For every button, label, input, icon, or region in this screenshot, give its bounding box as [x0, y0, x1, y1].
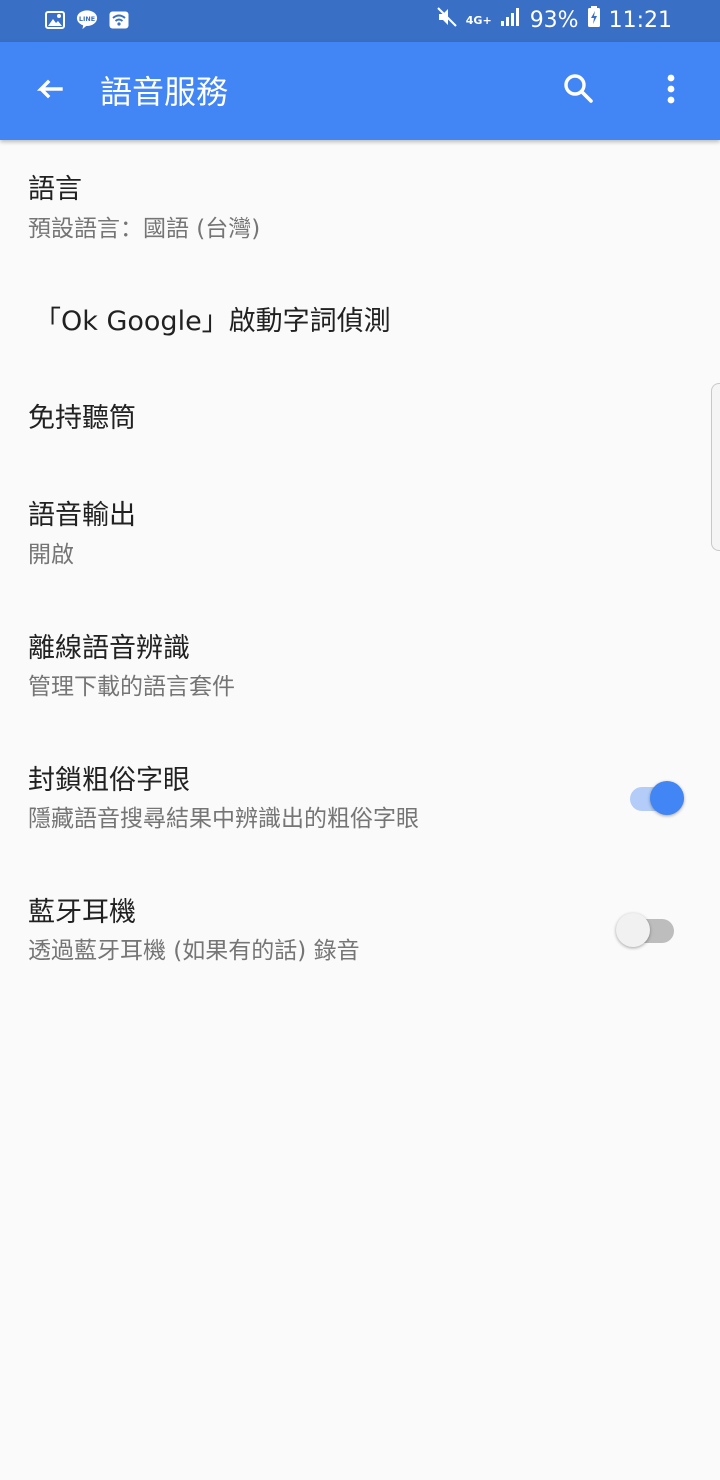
setting-subtitle: 管理下載的語言套件 — [28, 674, 235, 700]
setting-speech-output[interactable]: 語音輸出 開啟 — [0, 486, 720, 596]
block-offensive-toggle[interactable] — [628, 778, 688, 818]
setting-bluetooth-headset[interactable]: 藍牙耳機 透過藍牙耳機 (如果有的話) 錄音 — [0, 882, 720, 992]
setting-block-offensive[interactable]: 封鎖粗俗字眼 隱藏語音搜尋結果中辨識出的粗俗字眼 — [0, 750, 720, 860]
toggle-thumb — [650, 781, 684, 815]
system-status: 4G+ 93% 11:21 — [436, 6, 672, 34]
setting-title: 語音輸出 — [28, 500, 136, 531]
search-button[interactable] — [554, 66, 604, 116]
setting-subtitle: 開啟 — [28, 542, 74, 568]
line-icon: LINE — [76, 9, 98, 31]
mute-icon — [436, 6, 458, 34]
battery-level: 93% — [529, 7, 579, 33]
back-button[interactable] — [24, 67, 74, 117]
setting-title: 離線語音辨識 — [28, 633, 190, 664]
setting-subtitle: 預設語言：國語 (台灣) — [28, 216, 261, 242]
setting-title: 「Ok Google」啟動字詞偵測 — [34, 306, 391, 337]
image-icon — [44, 9, 66, 31]
edge-panel-handle[interactable] — [711, 383, 720, 551]
status-bar: LINE 4G+ 93% 11:21 — [0, 0, 720, 42]
toggle-thumb — [616, 913, 650, 947]
setting-subtitle: 隱藏語音搜尋結果中辨識出的粗俗字眼 — [28, 806, 419, 832]
wifi-icon — [108, 9, 130, 31]
bluetooth-headset-toggle[interactable] — [614, 910, 674, 950]
more-options-button[interactable] — [646, 66, 696, 116]
setting-title: 封鎖粗俗字眼 — [28, 765, 190, 796]
search-icon — [562, 72, 596, 110]
setting-offline-recognition[interactable]: 離線語音辨識 管理下載的語言套件 — [0, 618, 720, 728]
page-title: 語音服務 — [100, 73, 229, 111]
clock: 11:21 — [608, 7, 672, 33]
setting-title: 語言 — [28, 174, 82, 205]
setting-handsfree[interactable]: 免持聽筒 — [0, 374, 720, 464]
setting-subtitle: 透過藍牙耳機 (如果有的話) 錄音 — [28, 938, 360, 964]
signal-icon — [500, 7, 522, 33]
setting-title: 免持聽筒 — [28, 403, 136, 434]
notification-icons: LINE — [44, 9, 130, 31]
setting-ok-google[interactable]: 「Ok Google」啟動字詞偵測 — [0, 278, 720, 368]
battery-charging-icon — [587, 6, 601, 34]
network-type: 4G+ — [465, 13, 492, 27]
setting-title: 藍牙耳機 — [28, 897, 136, 928]
app-bar: 語音服務 — [0, 42, 720, 140]
svg-text:LINE: LINE — [79, 15, 95, 23]
setting-language[interactable]: 語言 預設語言：國語 (台灣) — [0, 158, 720, 268]
more-vert-icon — [666, 73, 676, 109]
back-arrow-icon — [33, 74, 65, 110]
